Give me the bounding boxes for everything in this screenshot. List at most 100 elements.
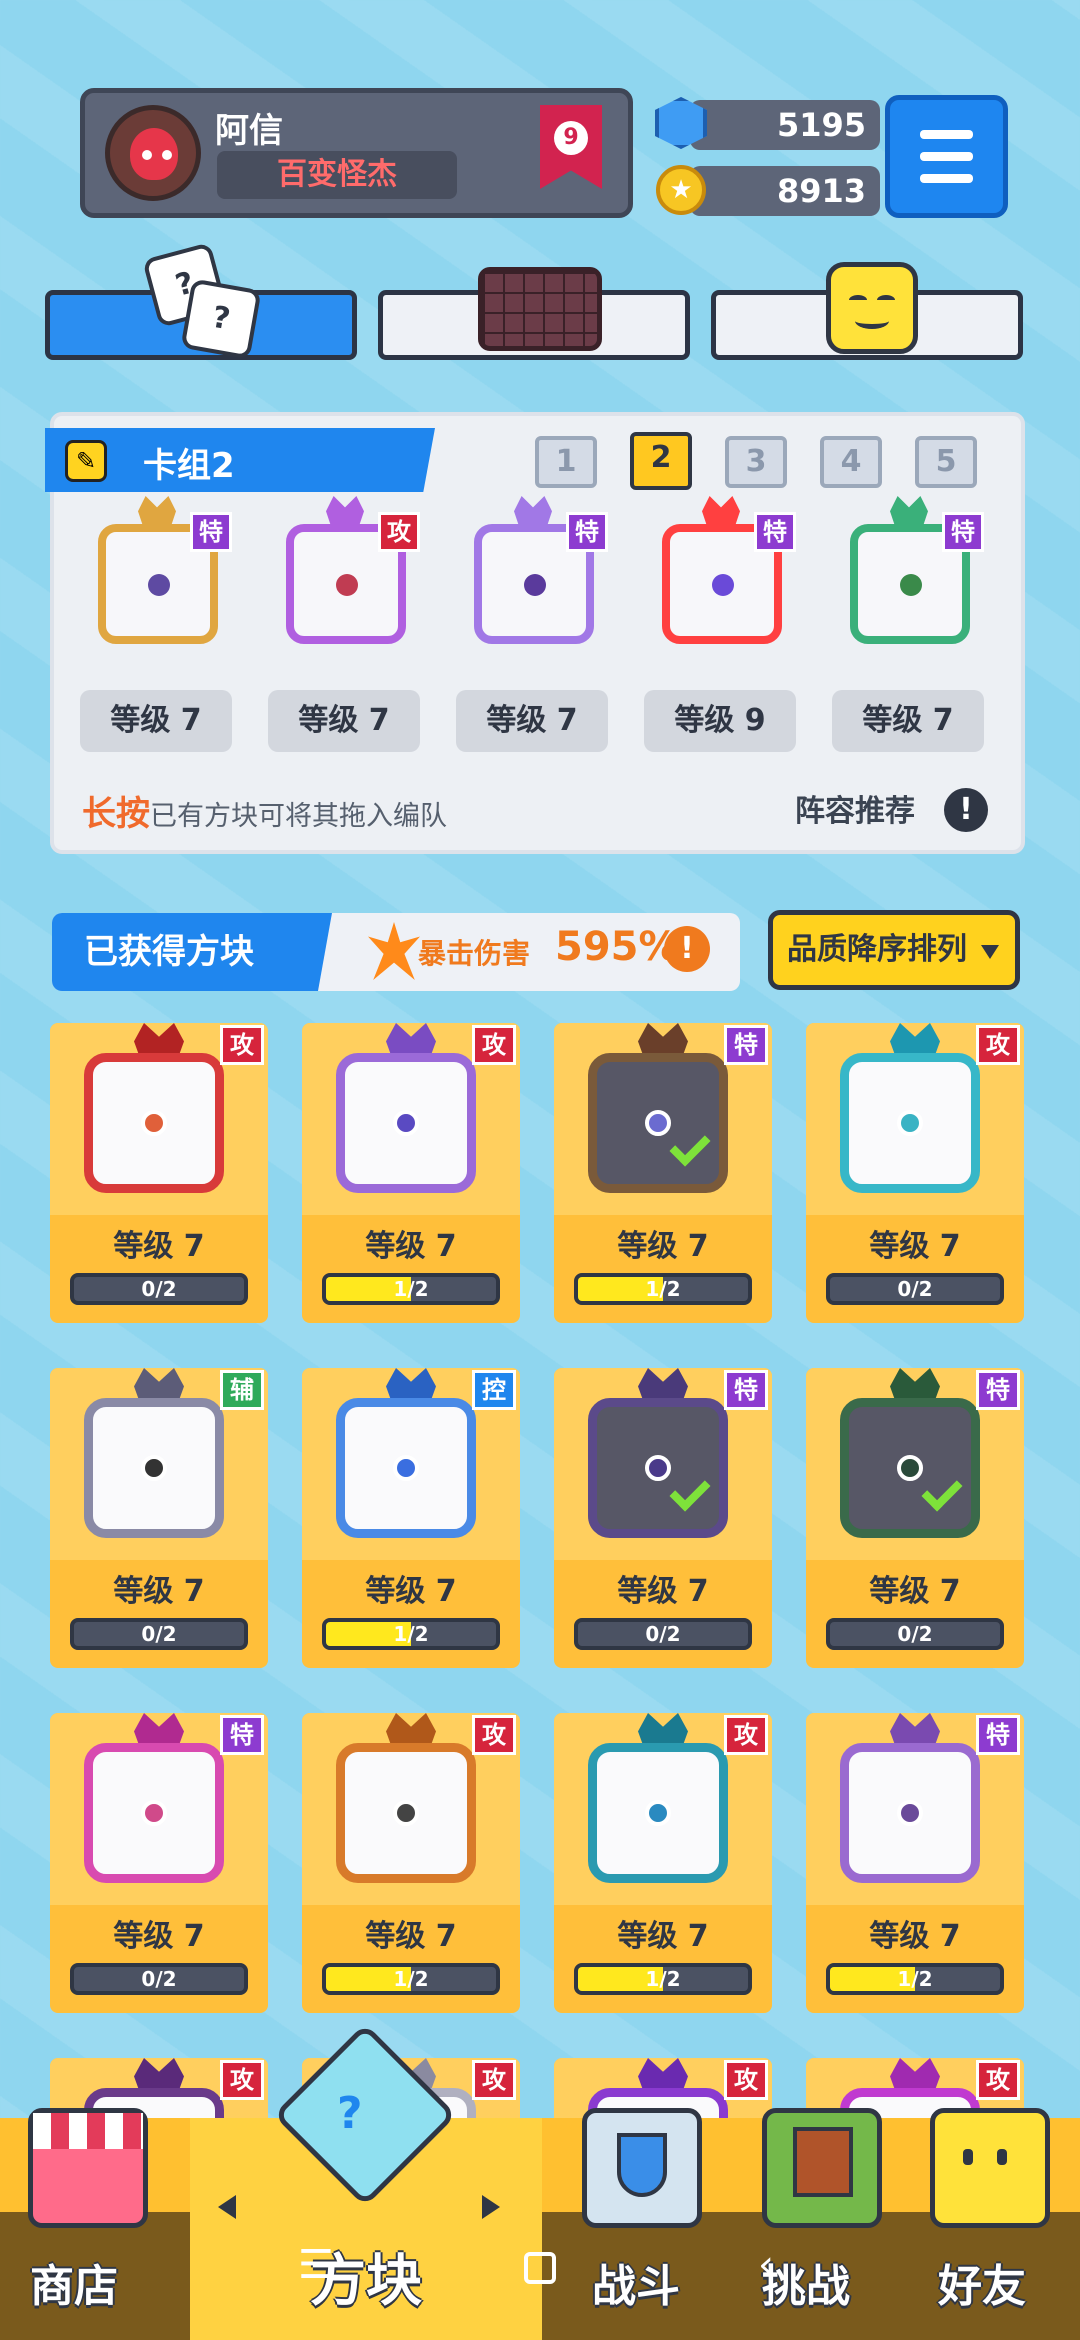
crit-info-icon[interactable]: ! [664, 926, 710, 972]
board-grid-icon [478, 267, 602, 351]
deck-title-bar[interactable]: ✎ 卡组2 [45, 428, 435, 492]
nav-battle[interactable]: 战斗 [592, 2250, 680, 2314]
system-home-icon[interactable] [524, 2252, 556, 2284]
sort-dropdown[interactable]: 品质降序排列 [768, 910, 1020, 990]
drag-hint: 长按已有方块可将其拖入编队 [82, 786, 447, 835]
card-type-tag: 攻 [976, 2060, 1020, 2100]
block-card[interactable]: 特等级 7 1/2 [554, 1023, 772, 1323]
deck-card-level: 等级 7 [268, 690, 420, 752]
block-card[interactable]: 攻等级 7 0/2 [806, 1023, 1024, 1323]
block-card[interactable]: 攻等级 7 0/2 [50, 1023, 268, 1323]
card-progress-bar: 0/2 [826, 1618, 1004, 1650]
battle-shield-icon[interactable] [582, 2108, 702, 2228]
challenge-tower-icon[interactable] [762, 2108, 882, 2228]
system-menu-icon[interactable]: ☰ [298, 2242, 334, 2288]
deck-number-2[interactable]: 2 [630, 432, 692, 490]
card-level: 等级 7 [113, 1229, 205, 1264]
card-type-tag: 控 [472, 1370, 516, 1410]
deck-number-4[interactable]: 4 [820, 436, 882, 488]
block-card[interactable]: 攻等级 7 1/2 [554, 1713, 772, 2013]
block-core [712, 574, 734, 596]
card-progress-text: 1/2 [393, 1967, 429, 1991]
card-type-tag: 攻 [220, 2060, 264, 2100]
block-core [141, 1455, 167, 1481]
dice-icon: ? ? [142, 242, 262, 360]
block-card[interactable]: 攻等级 7 1/2 [302, 1713, 520, 2013]
block-core [524, 574, 546, 596]
card-level: 等级 7 [617, 1919, 709, 1954]
deck-card[interactable]: 特 [456, 492, 608, 662]
block-card[interactable]: 特等级 7 0/2 [806, 1368, 1024, 1668]
deck-number-3[interactable]: 3 [725, 436, 787, 488]
block-core [141, 1110, 167, 1136]
card-progress-bar: 1/2 [574, 1273, 752, 1305]
card-type-tag: 特 [724, 1025, 768, 1065]
card-level: 等级 7 [113, 1919, 205, 1954]
sort-label: 品质降序排列 [787, 932, 967, 967]
pencil-edit-icon[interactable]: ✎ [65, 440, 107, 482]
nav-friends[interactable]: 好友 [938, 2250, 1026, 2314]
card-level: 等级 7 [365, 1229, 457, 1264]
card-type-tag: 攻 [472, 2060, 516, 2100]
deck-card[interactable]: 特 [644, 492, 796, 662]
card-progress-bar: 1/2 [574, 1963, 752, 1995]
block-core [393, 1800, 419, 1826]
card-type-tag: 特 [942, 512, 984, 552]
deck-card[interactable]: 特 [80, 492, 232, 662]
block-core [645, 1455, 671, 1481]
nav-challenge[interactable]: 挑战 [762, 2250, 850, 2314]
deck-card[interactable]: 攻 [268, 492, 420, 662]
block-frame [840, 1743, 980, 1883]
player-name: 阿信 [215, 111, 283, 151]
card-level: 等级 7 [113, 1574, 205, 1609]
block-card[interactable]: 特等级 7 1/2 [806, 1713, 1024, 2013]
card-type-tag: 攻 [472, 1715, 516, 1755]
block-card[interactable]: 攻等级 7 1/2 [302, 1023, 520, 1323]
info-icon[interactable]: ! [944, 788, 988, 832]
player-avatar[interactable] [105, 105, 201, 201]
block-core [645, 1110, 671, 1136]
block-card[interactable]: 特等级 7 0/2 [50, 1713, 268, 2013]
block-card[interactable]: 控等级 7 1/2 [302, 1368, 520, 1668]
player-profile-panel[interactable]: 阿信 百变怪杰 9 [80, 88, 633, 218]
card-progress-bar: 1/2 [826, 1963, 1004, 1995]
block-card[interactable]: 特等级 7 0/2 [554, 1368, 772, 1668]
card-progress-bar: 1/2 [322, 1618, 500, 1650]
card-progress-text: 1/2 [393, 1622, 429, 1646]
card-level: 等级 7 [617, 1574, 709, 1609]
card-progress-bar: 0/2 [70, 1963, 248, 1995]
deck-number-5[interactable]: 5 [915, 436, 977, 488]
player-title-badge: 百变怪杰 [217, 151, 457, 199]
deck-card[interactable]: 特 [832, 492, 984, 662]
card-progress-bar: 0/2 [574, 1618, 752, 1650]
card-level: 等级 7 [869, 1574, 961, 1609]
block-frame [588, 1398, 728, 1538]
nav-shop[interactable]: 商店 [30, 2250, 118, 2314]
hamburger-menu-icon [920, 130, 973, 139]
block-frame [588, 1743, 728, 1883]
card-progress-text: 0/2 [141, 1277, 177, 1301]
block-frame [84, 1053, 224, 1193]
block-frame [336, 1053, 476, 1193]
card-level: 等级 7 [365, 1919, 457, 1954]
menu-button[interactable] [885, 95, 1008, 218]
block-core [645, 1800, 671, 1826]
card-progress-text: 0/2 [141, 1622, 177, 1646]
card-progress-text: 0/2 [645, 1622, 681, 1646]
card-level: 等级 7 [869, 1919, 961, 1954]
owned-blocks-title: 已获得方块 [52, 913, 332, 991]
deck-number-1[interactable]: 1 [535, 436, 597, 488]
rank-ribbon-icon[interactable]: 9 [540, 105, 602, 189]
block-frame [84, 1398, 224, 1538]
card-type-tag: 特 [724, 1370, 768, 1410]
block-card[interactable]: 辅等级 7 0/2 [50, 1368, 268, 1668]
friends-block-icon[interactable] [930, 2108, 1050, 2228]
system-back-icon[interactable]: ‹ [758, 2242, 774, 2288]
deck-card-level: 等级 7 [832, 690, 984, 752]
card-type-tag: 特 [190, 512, 232, 552]
arrow-left-icon[interactable] [218, 2195, 236, 2219]
gems-counter: 5195 [690, 100, 880, 150]
arrow-right-icon[interactable] [482, 2195, 500, 2219]
shop-icon[interactable] [28, 2108, 148, 2228]
lineup-recommend-link[interactable]: 阵容推荐 [795, 786, 915, 830]
